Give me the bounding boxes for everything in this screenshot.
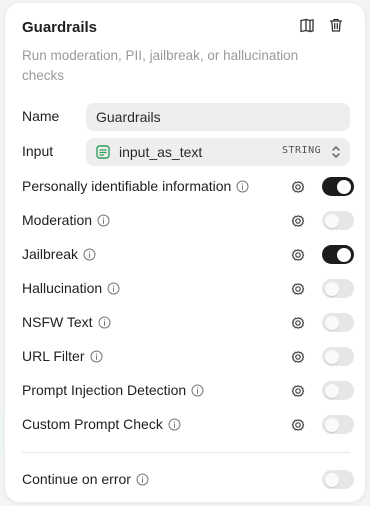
trash-icon bbox=[329, 18, 343, 32]
toggle-prompt-injection[interactable] bbox=[322, 381, 354, 400]
check-label: URL Filter bbox=[22, 348, 85, 364]
toggle-knob bbox=[325, 472, 339, 487]
docs-button[interactable] bbox=[297, 15, 317, 35]
check-row-url-filter: URL Filter bbox=[22, 345, 354, 369]
toggle-knob bbox=[325, 281, 339, 296]
info-icon[interactable] bbox=[97, 214, 110, 227]
check-label: Prompt Injection Detection bbox=[22, 382, 187, 398]
info-icon[interactable] bbox=[136, 473, 149, 486]
continue-on-error-label: Continue on error bbox=[22, 471, 131, 487]
input-type-tag: STRING bbox=[282, 145, 322, 156]
check-label: Hallucination bbox=[22, 280, 103, 296]
chevron-updown-icon bbox=[332, 146, 340, 158]
check-label: Jailbreak bbox=[22, 246, 79, 262]
toggle-hallucination[interactable] bbox=[322, 279, 354, 298]
delete-button[interactable] bbox=[326, 15, 346, 35]
gear-icon[interactable] bbox=[290, 383, 306, 399]
continue-on-error-row: Continue on error bbox=[22, 468, 354, 492]
check-label: Moderation bbox=[22, 212, 93, 228]
name-value: Guardrails bbox=[96, 109, 161, 125]
check-row-pii: Personally identifiable information bbox=[22, 175, 354, 199]
info-icon[interactable] bbox=[236, 180, 249, 193]
gear-icon[interactable] bbox=[290, 179, 306, 195]
toggle-continue-on-error[interactable] bbox=[322, 470, 354, 489]
toggle-knob bbox=[325, 213, 339, 228]
info-icon[interactable] bbox=[90, 350, 103, 363]
gear-icon[interactable] bbox=[290, 247, 306, 263]
name-label: Name bbox=[22, 108, 60, 124]
info-icon[interactable] bbox=[83, 248, 96, 261]
guardrails-config-panel: Guardrails Run moderation, PII, jailbrea… bbox=[4, 2, 366, 503]
gear-icon[interactable] bbox=[290, 349, 306, 365]
gear-icon[interactable] bbox=[290, 417, 306, 433]
toggle-url-filter[interactable] bbox=[322, 347, 354, 366]
variable-icon bbox=[96, 145, 110, 159]
input-variable-name: input_as_text bbox=[119, 144, 203, 160]
panel-title: Guardrails bbox=[22, 19, 98, 36]
check-row-nsfw-text: NSFW Text bbox=[22, 311, 354, 335]
input-variable-select[interactable]: input_as_text STRING bbox=[86, 138, 350, 166]
toggle-moderation[interactable] bbox=[322, 211, 354, 230]
book-icon bbox=[300, 18, 314, 33]
info-icon[interactable] bbox=[107, 282, 120, 295]
toggle-knob bbox=[325, 383, 339, 398]
check-label: Custom Prompt Check bbox=[22, 416, 163, 432]
toggle-knob bbox=[325, 417, 339, 432]
check-row-moderation: Moderation bbox=[22, 209, 354, 233]
name-field[interactable]: Guardrails bbox=[86, 103, 350, 131]
toggle-pii[interactable] bbox=[322, 177, 354, 196]
check-row-hallucination: Hallucination bbox=[22, 277, 354, 301]
panel-description: Run moderation, PII, jailbreak, or hallu… bbox=[22, 48, 299, 83]
info-icon[interactable] bbox=[168, 418, 181, 431]
toggle-knob bbox=[325, 315, 339, 330]
check-label: NSFW Text bbox=[22, 314, 93, 330]
check-row-jailbreak: Jailbreak bbox=[22, 243, 354, 267]
gear-icon[interactable] bbox=[290, 213, 306, 229]
info-icon[interactable] bbox=[191, 384, 204, 397]
info-icon[interactable] bbox=[98, 316, 111, 329]
toggle-custom-prompt[interactable] bbox=[322, 415, 354, 434]
toggle-knob bbox=[337, 179, 351, 194]
toggle-jailbreak[interactable] bbox=[322, 245, 354, 264]
check-row-custom-prompt: Custom Prompt Check bbox=[22, 413, 354, 437]
toggle-nsfw-text[interactable] bbox=[322, 313, 354, 332]
gear-icon[interactable] bbox=[290, 315, 306, 331]
divider bbox=[22, 452, 350, 453]
toggle-knob bbox=[337, 247, 351, 262]
input-label: Input bbox=[22, 143, 54, 159]
toggle-knob bbox=[325, 349, 339, 364]
check-label: Personally identifiable information bbox=[22, 178, 232, 194]
gear-icon[interactable] bbox=[290, 281, 306, 297]
check-row-prompt-injection: Prompt Injection Detection bbox=[22, 379, 354, 403]
